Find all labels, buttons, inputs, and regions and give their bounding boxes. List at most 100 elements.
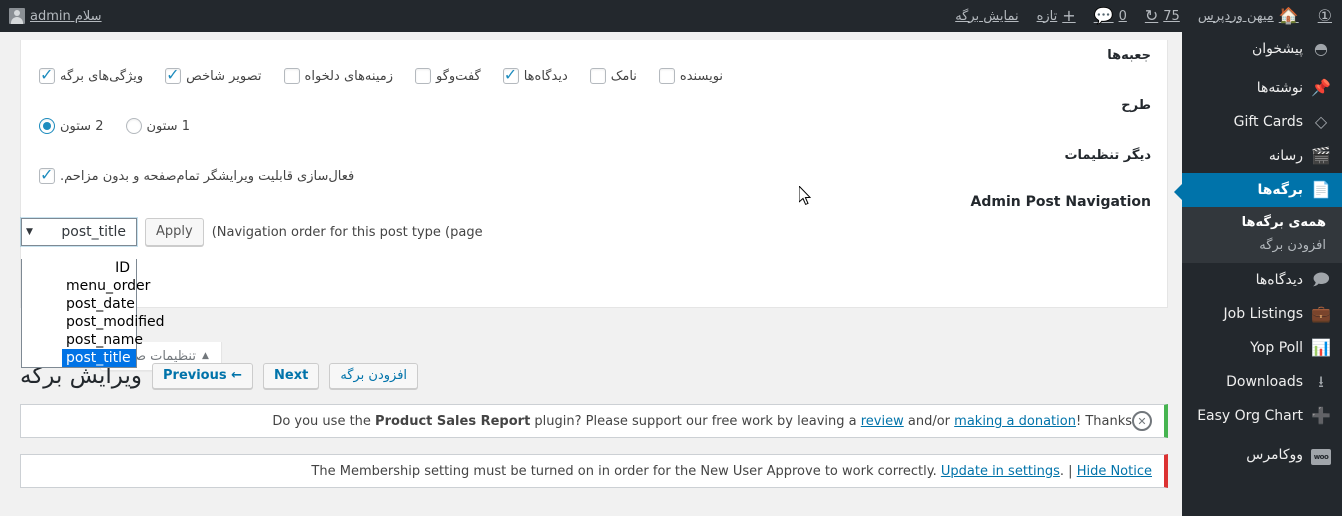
- next-post-button[interactable]: Next: [263, 363, 320, 389]
- navigation-order-select-wrap: post_title ▼ ID menu_order post_date pos…: [21, 218, 165, 368]
- wordpress-logo-icon[interactable]: ①: [1308, 0, 1342, 32]
- update-in-settings-link[interactable]: Update in settings: [941, 464, 1060, 479]
- option-post-modified[interactable]: post_modified: [62, 313, 165, 331]
- updates-menu[interactable]: 75 ↻: [1136, 0, 1189, 32]
- layout-radio-row: 2 ستون 1 ستون: [21, 115, 1167, 140]
- notice-new-user-approve: The Membership setting must be turned on…: [20, 454, 1168, 488]
- sidebar-link-gift-cards[interactable]: ◇ Gift Cards: [1182, 105, 1342, 139]
- avatar: [9, 8, 25, 24]
- sidebar-item-label: Yop Poll: [1250, 340, 1303, 356]
- sidebar-submenu-pages: همه‌ی برگه‌ها افزودن برگه: [1182, 207, 1342, 263]
- checkbox-box[interactable]: [39, 165, 55, 184]
- sidebar-item-woocommerce[interactable]: woo ووکامرس: [1182, 438, 1342, 472]
- sidebar-item-gift-cards[interactable]: ◇ Gift Cards: [1182, 105, 1342, 139]
- sidebar-item-job-listings[interactable]: 💼 Job Listings: [1182, 297, 1342, 331]
- notice-product-sales-report: Do you use the Product Sales Report plug…: [20, 404, 1168, 438]
- navigation-order-description: (Navigation order for this post type (pa…: [211, 224, 483, 240]
- checkbox-label: ویژگی‌های برگه: [60, 68, 144, 84]
- checkbox-box[interactable]: [283, 68, 300, 84]
- checkbox-label: گفت‌وگو: [436, 68, 481, 84]
- update-icon: ↻: [1144, 6, 1159, 25]
- sidebar-item-label: برگه‌ها: [1257, 182, 1303, 198]
- view-page-link[interactable]: نمایش برگه: [946, 0, 1027, 32]
- sidebar-item-downloads[interactable]: ⭳ Downloads: [1182, 365, 1342, 399]
- boxes-legend: جعبه‌ها: [1107, 48, 1151, 63]
- site-name-menu[interactable]: 🏠 میهن وردپرس: [1189, 0, 1308, 32]
- checkbox-label: فعال‌سازی قابلیت ویرایشگر تمام‌صفحه و بد…: [60, 168, 355, 184]
- plus-icon: ➕: [1311, 406, 1331, 425]
- site-name-label: میهن وردپرس: [1197, 8, 1274, 24]
- notice-middle: plugin? Please support our free work by …: [530, 413, 861, 429]
- sidebar-link-easy-org-chart[interactable]: ➕ Easy Org Chart: [1182, 399, 1342, 433]
- sidebar-link-downloads[interactable]: ⭳ Downloads: [1182, 365, 1342, 399]
- option-post-name[interactable]: post_name: [62, 331, 143, 349]
- checkbox-box[interactable]: [165, 65, 182, 84]
- sidebar-link-yop-poll[interactable]: 📊 Yop Poll: [1182, 331, 1342, 365]
- sidebar-item-label: پیشخوان: [1251, 41, 1303, 57]
- checkbox-comments[interactable]: دیدگاه‌ها: [502, 65, 568, 84]
- close-circle-icon[interactable]: ✕: [1132, 411, 1152, 431]
- radio-one-column[interactable]: 1 ستون: [125, 118, 191, 134]
- checkbox-custom-fields[interactable]: زمینه‌های دلخواه: [283, 68, 393, 84]
- radio-two-columns[interactable]: 2 ستون: [39, 118, 104, 134]
- sidebar-link-comments[interactable]: 🗩 دیدگاه‌ها: [1182, 263, 1342, 297]
- option-menu-order[interactable]: menu_order: [62, 277, 150, 295]
- sidebar-link-dashboard[interactable]: ◓ پیشخوان: [1182, 32, 1342, 66]
- notice-donation-link[interactable]: making a donation: [954, 414, 1076, 429]
- navigation-order-select[interactable]: post_title ▼: [21, 218, 137, 246]
- download-icon: ⭳: [1318, 372, 1324, 391]
- previous-post-button[interactable]: Previous ←: [152, 363, 254, 389]
- checkbox-label: نویسنده: [679, 68, 724, 84]
- checkbox-page-attributes[interactable]: ویژگی‌های برگه: [39, 65, 144, 84]
- checkbox-label: تصویر شاخص: [186, 68, 262, 84]
- checkbox-box[interactable]: [658, 68, 675, 84]
- sidebar-item-media[interactable]: 🎬 رسانه: [1182, 139, 1342, 173]
- sidebar-item-comments[interactable]: 🗩 دیدگاه‌ها: [1182, 263, 1342, 297]
- radio-dot[interactable]: [39, 118, 55, 134]
- sidebar-item-yop-poll[interactable]: 📊 Yop Poll: [1182, 331, 1342, 365]
- sidebar-item-label: Easy Org Chart: [1197, 408, 1303, 424]
- wordpress-logo-glyph: ①: [1317, 6, 1332, 25]
- sidebar-link-pages[interactable]: 📄 برگه‌ها: [1182, 173, 1342, 207]
- sidebar-link-job-listings[interactable]: 💼 Job Listings: [1182, 297, 1342, 331]
- woocommerce-icon: woo: [1311, 446, 1331, 465]
- comments-menu[interactable]: 0 💬: [1085, 0, 1136, 32]
- checkbox-box[interactable]: [415, 68, 431, 84]
- sidebar-link-woocommerce[interactable]: woo ووکامرس: [1182, 438, 1342, 472]
- sidebar-item-easy-org-chart[interactable]: ➕ Easy Org Chart: [1182, 399, 1342, 433]
- page-header-row: ویرایش برگه Previous ← Next افزودن برگه: [20, 356, 1168, 396]
- notice-review-link[interactable]: review: [861, 414, 904, 429]
- sidebar-subitem-all-pages[interactable]: همه‌ی برگه‌ها: [1182, 211, 1342, 234]
- fullscreen-editor-row: فعال‌سازی قابلیت ویرایشگر تمام‌صفحه و بد…: [21, 165, 1167, 190]
- sidebar-item-label: Gift Cards: [1233, 114, 1303, 130]
- checkbox-slug[interactable]: نامک: [589, 68, 637, 84]
- apply-button[interactable]: Apply: [145, 218, 204, 246]
- hide-notice-link[interactable]: Hide Notice: [1077, 464, 1152, 479]
- checkbox-fullscreen-editor[interactable]: فعال‌سازی قابلیت ویرایشگر تمام‌صفحه و بد…: [39, 165, 355, 184]
- sidebar-link-media[interactable]: 🎬 رسانه: [1182, 139, 1342, 173]
- option-post-title[interactable]: post_title: [62, 349, 136, 367]
- sidebar-item-pages[interactable]: 📄 برگه‌ها: [1174, 173, 1342, 207]
- sidebar-link-posts[interactable]: 📌 نوشته‌ها: [1182, 71, 1342, 105]
- my-account-menu[interactable]: سلام admin: [0, 0, 111, 32]
- navigation-order-option-list[interactable]: ID menu_order post_date post_modified po…: [21, 259, 165, 368]
- sidebar-subitem-add-page[interactable]: افزودن برگه: [1182, 234, 1342, 257]
- admin-sidebar: ◓ پیشخوان 📌 نوشته‌ها ◇ Gift Cards 🎬 رسان…: [1174, 32, 1342, 516]
- add-new-page-button[interactable]: افزودن برگه: [329, 363, 419, 389]
- checkbox-author[interactable]: نویسنده: [658, 68, 724, 84]
- sidebar-item-posts[interactable]: 📌 نوشته‌ها: [1182, 71, 1342, 105]
- checkbox-box[interactable]: [502, 65, 519, 84]
- checkbox-discussion[interactable]: گفت‌وگو: [415, 68, 481, 84]
- checkbox-featured-image[interactable]: تصویر شاخص: [165, 65, 262, 84]
- sidebar-item-dashboard[interactable]: ◓ پیشخوان: [1182, 32, 1342, 66]
- option-post-date[interactable]: post_date: [62, 295, 136, 313]
- notice-text: Do you use the Product Sales Report plug…: [33, 414, 1132, 429]
- option-id[interactable]: ID: [62, 259, 136, 277]
- radio-dot[interactable]: [125, 118, 142, 134]
- howdy-label: سلام admin: [30, 8, 102, 24]
- new-content-menu[interactable]: + تازه: [1028, 0, 1085, 32]
- checkbox-box[interactable]: [39, 65, 55, 84]
- radio-label: 1 ستون: [146, 118, 191, 134]
- checkbox-box[interactable]: [589, 68, 606, 84]
- media-icon: 🎬: [1311, 146, 1331, 165]
